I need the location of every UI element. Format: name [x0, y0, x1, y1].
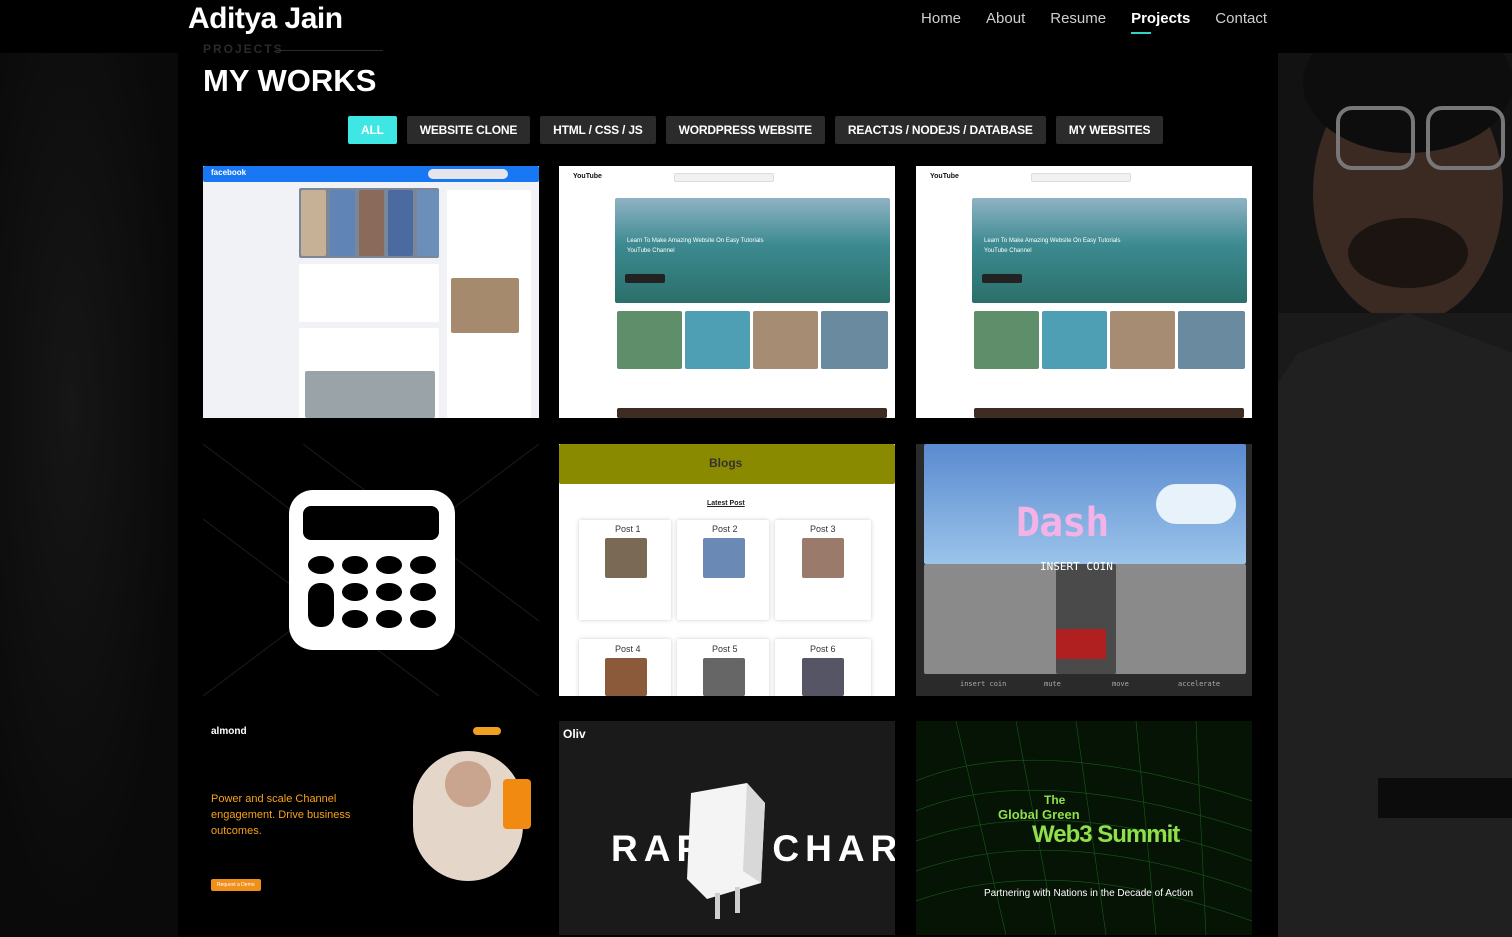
web3-line2: Web3 Summit — [1032, 821, 1180, 848]
section-kicker: PROJECTS — [203, 42, 284, 56]
filter-my-websites[interactable]: MY WEBSITES — [1055, 116, 1164, 144]
project-card-almond[interactable]: almond Power and scale Channel engagemen… — [203, 721, 539, 935]
project-filters: ALL WEBSITE CLONE HTML / CSS / JS WORDPR… — [348, 116, 1164, 144]
filter-html-css-js[interactable]: HTML / CSS / JS — [540, 116, 656, 144]
project-card-dash-game[interactable]: Dash INSERT COIN insert coin mute move a… — [916, 444, 1252, 696]
filter-wordpress[interactable]: WORDPRESS WEBSITE — [665, 116, 825, 144]
blog-post-title: Post 2 — [712, 524, 738, 534]
main-nav: Home About Resume Projects Contact — [921, 10, 1267, 34]
control-accelerate: accelerate — [1178, 680, 1221, 688]
profile-photo — [1278, 53, 1512, 937]
charger-image — [687, 783, 765, 919]
brand-name[interactable]: Aditya Jain — [188, 2, 343, 36]
filter-all[interactable]: ALL — [348, 116, 397, 144]
blog-post-title: Post 4 — [615, 644, 641, 654]
web3-line1: Global Green — [998, 807, 1080, 822]
blogs-subheading: Latest Post — [707, 500, 745, 507]
project-card-oliv[interactable]: Oliv RAPID CHARGE — [559, 721, 895, 935]
control-move: move — [1112, 680, 1129, 688]
blog-post-title: Post 1 — [615, 524, 641, 534]
section-title: MY WORKS — [203, 63, 377, 98]
filter-website-clone[interactable]: WEBSITE CLONE — [406, 116, 531, 144]
dash-insert-coin: INSERT COIN — [1040, 560, 1113, 573]
nav-home[interactable]: Home — [921, 10, 961, 27]
blog-post-title: Post 6 — [810, 644, 836, 654]
youtube-banner-headline: Learn To Make Amazing Website On Easy Tu… — [984, 238, 1121, 254]
blog-post-title: Post 5 — [712, 644, 738, 654]
project-card-facebook[interactable]: facebook — [203, 166, 539, 418]
nav-projects[interactable]: Projects — [1131, 10, 1190, 34]
almond-headline: Power and scale Channel engagement. Driv… — [211, 793, 351, 837]
youtube-banner-headline: Learn To Make Amazing Website On Easy Tu… — [627, 238, 764, 254]
blog-post-title: Post 3 — [810, 524, 836, 534]
nav-resume[interactable]: Resume — [1050, 10, 1106, 27]
dash-game-title: Dash — [1016, 500, 1109, 546]
filter-react-node-db[interactable]: REACTJS / NODEJS / DATABASE — [834, 116, 1046, 144]
calculator-icon — [203, 444, 539, 696]
web3-pre: The — [1044, 793, 1066, 807]
project-card-calculator[interactable] — [203, 444, 539, 696]
web3-tagline: Partnering with Nations in the Decade of… — [984, 888, 1194, 899]
youtube-logo: YouTube — [573, 173, 602, 180]
project-card-web3-summit[interactable]: The Global Green Web3 Summit Partnering … — [916, 721, 1252, 935]
almond-logo: almond — [211, 726, 247, 737]
project-card-youtube-2[interactable]: YouTube Learn To Make Amazing Website On… — [916, 166, 1252, 418]
kicker-divider — [276, 50, 383, 51]
nav-about[interactable]: About — [986, 10, 1025, 27]
control-mute: mute — [1044, 680, 1061, 688]
almond-cta: Request a Demo — [211, 879, 261, 891]
project-card-youtube-1[interactable]: YouTube Learn To Make Amazing Website On… — [559, 166, 895, 418]
projects-section: PROJECTS MY WORKS ALL WEBSITE CLONE HTML… — [178, 42, 1278, 937]
control-insert-coin: insert coin — [960, 680, 1007, 688]
project-card-blogs[interactable]: Blogs Latest Post Post 1 Post 2 Post 3 P… — [559, 444, 895, 696]
facebook-logo: facebook — [211, 168, 247, 177]
nav-contact[interactable]: Contact — [1215, 10, 1267, 27]
youtube-logo: YouTube — [930, 173, 959, 180]
background-left — [0, 53, 178, 937]
oliv-logo: Oliv — [563, 727, 586, 741]
blogs-header: Blogs — [709, 456, 743, 470]
